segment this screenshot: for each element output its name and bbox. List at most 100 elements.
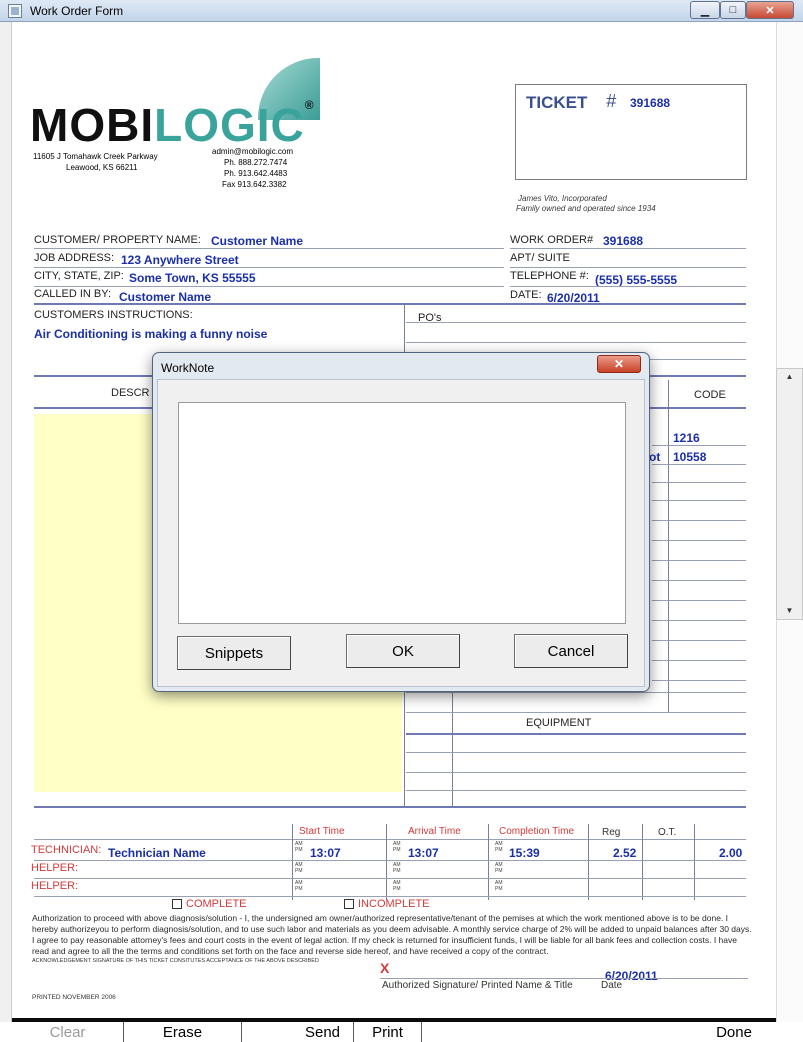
signature-label: Authorized Signature/ Printed Name & Tit… [382, 980, 573, 991]
print-button[interactable]: Print [354, 1022, 422, 1042]
acknowledgement-note: ACKNOWLEDGEMENT SIGNATURE OF THIS TICKET… [32, 958, 319, 964]
city-label: CITY, STATE, ZIP: [34, 270, 124, 282]
cancel-button[interactable]: Cancel [514, 634, 628, 668]
close-button[interactable]: ✕ [746, 1, 794, 19]
divider [34, 248, 504, 249]
company-address-line2: Leawood, KS 66211 [66, 163, 138, 172]
ampm-marker: AM PM [393, 880, 401, 892]
maximize-button[interactable]: □ [720, 1, 746, 19]
instructions-value: Air Conditioning is making a funny noise [34, 327, 268, 341]
company-fax: Fax 913.642.3382 [222, 180, 287, 189]
reg-hours-value: 2.52 [613, 846, 637, 860]
ot-hours-value: 2.00 [719, 846, 743, 860]
code-header: CODE [694, 389, 726, 401]
workorder-value: 391688 [603, 234, 644, 248]
city-value: Some Town, KS 55555 [129, 271, 256, 285]
scroll-up-icon[interactable]: ▲ [777, 369, 802, 385]
divider [588, 824, 589, 900]
company-phone2: Ph. 913.642.4483 [224, 169, 288, 178]
start-time-header: Start Time [299, 826, 345, 837]
divider [668, 380, 669, 713]
equipment-header: EQUIPMENT [526, 717, 592, 729]
calledin-value: Customer Name [119, 290, 212, 304]
section-divider [34, 806, 746, 808]
telephone-label: TELEPHONE #: [510, 270, 589, 282]
company-tagline2: Family owned and operated since 1934 [516, 204, 656, 213]
divider [34, 860, 746, 861]
divider [652, 660, 746, 661]
company-logo: MOBILOGIC® [30, 98, 315, 151]
divider [652, 560, 746, 561]
dialog-title: WorkNote [161, 361, 215, 375]
note-textarea[interactable] [178, 402, 626, 624]
divider [652, 500, 746, 501]
divider [34, 839, 746, 840]
done-button[interactable]: Done [692, 1022, 776, 1042]
ampm-marker: AM PM [393, 862, 401, 874]
dialog-body: Snippets OK Cancel [157, 379, 645, 687]
divider [642, 824, 643, 900]
section-divider [34, 303, 746, 305]
divider [652, 580, 746, 581]
signature-x-mark: X [380, 960, 390, 976]
customer-label: CUSTOMER/ PROPERTY NAME: [34, 234, 201, 246]
divider [652, 540, 746, 541]
instructions-label: CUSTOMERS INSTRUCTIONS: [34, 309, 193, 321]
company-phone1: Ph. 888.272.7474 [224, 158, 288, 167]
divider [652, 600, 746, 601]
divider [652, 464, 746, 465]
company-email: admin@mobilogic.com [212, 147, 294, 156]
incomplete-label: INCOMPLETE [358, 898, 430, 910]
ampm-marker: AM PM [495, 862, 503, 874]
incomplete-checkbox[interactable] [344, 899, 354, 909]
ticket-label: TICKET [526, 93, 588, 112]
erase-button[interactable]: Erase [124, 1022, 242, 1042]
clear-button[interactable]: Clear [12, 1022, 124, 1042]
divider [652, 640, 746, 641]
ampm-marker: AM PM [295, 841, 303, 853]
ampm-marker: AM PM [495, 880, 503, 892]
reg-header: Reg [602, 827, 621, 838]
divider [452, 686, 453, 806]
legal-terms: Authorization to proceed with above diag… [32, 913, 752, 956]
start-time-value: 13:07 [310, 846, 341, 860]
minimize-button[interactable]: ▁ [690, 1, 720, 19]
worknote-dialog: WorkNote ✕ Snippets OK Cancel [152, 352, 650, 692]
arrival-time-header: Arrival Time [408, 826, 461, 837]
divider [404, 686, 405, 806]
apt-label: APT/ SUITE [510, 252, 570, 264]
divider [652, 680, 746, 681]
divider [488, 824, 489, 900]
send-button[interactable]: Send [292, 1022, 354, 1042]
job-address-value: 123 Anywhere Street [121, 253, 239, 267]
window-title: Work Order Form [30, 4, 124, 18]
code-value-2: 10558 [673, 450, 707, 464]
scroll-down-icon[interactable]: ▼ [777, 603, 802, 619]
snippets-button[interactable]: Snippets [177, 636, 291, 670]
divider [652, 482, 746, 483]
technician-value: Technician Name [108, 846, 206, 860]
complete-checkbox[interactable] [172, 899, 182, 909]
ampm-marker: AM PM [295, 862, 303, 874]
bottom-command-bar: Clear Erase Send Print Done [12, 1018, 776, 1042]
left-edge [0, 22, 12, 1022]
divider [406, 692, 746, 693]
divider [34, 286, 504, 287]
divider [386, 824, 387, 900]
divider [406, 342, 746, 343]
ot-header: O.T. [658, 827, 677, 838]
divider [510, 286, 746, 287]
company-tagline1: James Vito, Incorporated [518, 194, 607, 203]
date-label: DATE: [510, 289, 542, 301]
dialog-close-button[interactable]: ✕ [597, 355, 641, 373]
divider [652, 620, 746, 621]
calledin-label: CALLED IN BY: [34, 288, 112, 300]
ok-button[interactable]: OK [346, 634, 460, 668]
arrival-time-value: 13:07 [408, 846, 439, 860]
ampm-marker: AM PM [393, 841, 401, 853]
customer-value: Customer Name [211, 234, 304, 248]
app-icon [8, 4, 22, 18]
complete-label: COMPLETE [186, 898, 247, 910]
vertical-scrollbar[interactable]: ▲ ▼ [776, 368, 803, 620]
